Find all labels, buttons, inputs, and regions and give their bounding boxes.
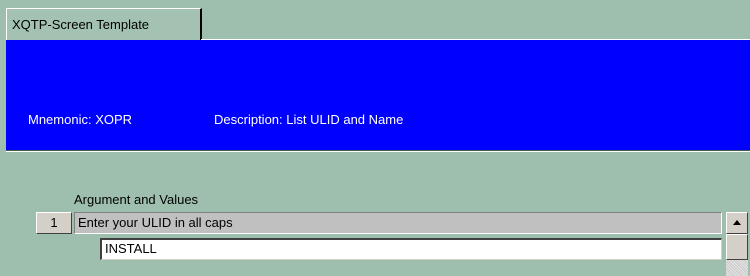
tab-screen-template[interactable]: XQTP-Screen Template (6, 8, 202, 40)
description-label: Description: (214, 112, 283, 127)
argument-number-button[interactable]: 1 (36, 212, 72, 234)
description-field: Description: List ULID and Name (214, 112, 403, 127)
argument-prompt: Enter your ULID in all caps (74, 212, 722, 234)
argument-value-input[interactable]: INSTALL (100, 238, 722, 260)
arguments-section-label: Argument and Values (74, 192, 199, 207)
mnemonic-value: XOPR (95, 112, 133, 127)
scrollbar-thumb[interactable] (726, 234, 748, 260)
scroll-up-button[interactable] (726, 212, 748, 234)
up-arrow-icon (733, 220, 741, 225)
screen-template-window: XQTP-Screen Template Mnemonic: XOPR Desc… (0, 0, 750, 276)
tab-label: XQTP-Screen Template (12, 17, 150, 32)
mnemonic-field: Mnemonic: XOPR (28, 112, 132, 127)
mnemonic-label: Mnemonic: (28, 112, 92, 127)
description-value: List ULID and Name (286, 112, 404, 127)
template-header-panel (6, 40, 750, 150)
header-divider-highlight (6, 151, 750, 152)
